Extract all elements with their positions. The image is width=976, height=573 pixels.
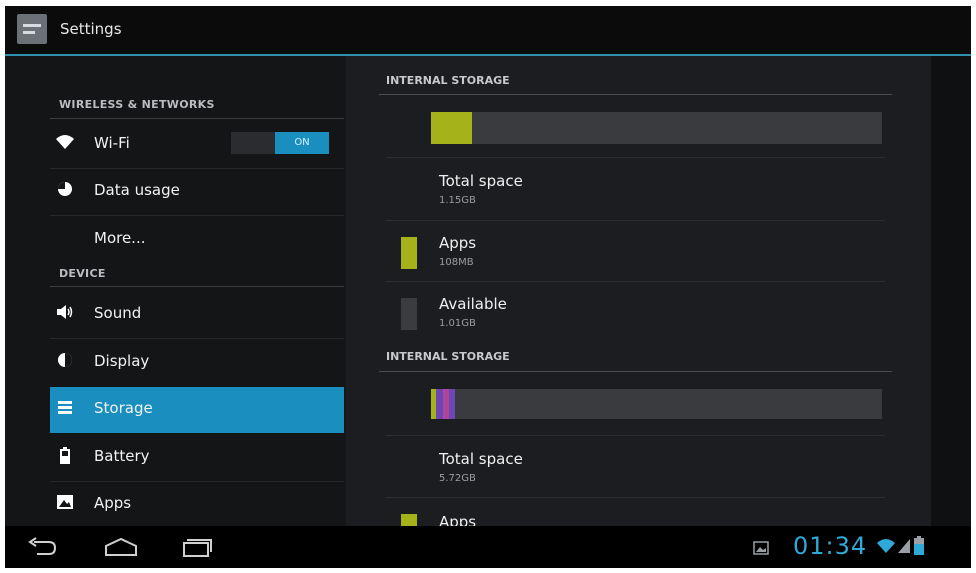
- storage-usage-bar: [431, 112, 882, 144]
- section-header-wireless: WIRELESS & NETWORKS: [59, 98, 215, 111]
- wifi-status-icon: [877, 538, 895, 558]
- wifi-toggle-on: ON: [275, 132, 329, 154]
- signal-icon: [897, 538, 911, 558]
- app-title: Settings: [60, 20, 122, 38]
- sidebar-item-storage[interactable]: Storage: [50, 387, 344, 433]
- data-usage-icon: [56, 181, 74, 199]
- recent-apps-icon[interactable]: [182, 536, 212, 562]
- storage-total-value: 5.72GB: [439, 473, 476, 484]
- list-divider: [386, 281, 885, 282]
- section-divider: [379, 371, 892, 372]
- home-icon[interactable]: [104, 537, 138, 561]
- sidebar-item-display[interactable]: Display: [50, 340, 344, 385]
- battery-icon: [56, 447, 74, 465]
- sidebar-item-label: Storage: [94, 399, 153, 417]
- sidebar-item-battery[interactable]: Battery: [50, 435, 344, 480]
- list-divider: [386, 497, 885, 498]
- storage-apps-value: 108MB: [439, 257, 474, 268]
- sidebar-item-label: Battery: [94, 447, 150, 465]
- list-divider: [386, 435, 885, 436]
- storage-panel: INTERNAL STORAGE Total space 1.15GB Apps…: [346, 56, 931, 526]
- storage-section-header: INTERNAL STORAGE: [386, 74, 510, 87]
- wifi-icon: [56, 134, 74, 152]
- storage-bar-segment: [436, 389, 443, 419]
- list-divider: [50, 338, 344, 339]
- section-divider: [50, 286, 344, 287]
- list-divider: [50, 215, 344, 216]
- section-divider: [379, 94, 892, 95]
- storage-available-value: 1.01GB: [439, 318, 476, 329]
- storage-total-value: 1.15GB: [439, 195, 476, 206]
- sidebar-item-label: More...: [94, 229, 146, 247]
- sidebar-item-sound[interactable]: Sound: [50, 292, 344, 337]
- sidebar-item-more[interactable]: More...: [50, 217, 344, 262]
- storage-bar-segment: [449, 389, 455, 419]
- storage-bar-apps-segment: [431, 112, 472, 144]
- sidebar-item-label: Sound: [94, 304, 142, 322]
- storage-apps-title: Apps: [439, 513, 477, 526]
- list-divider: [386, 157, 885, 158]
- section-header-device: DEVICE: [59, 267, 106, 280]
- sidebar-item-label: Wi-Fi: [94, 134, 130, 152]
- storage-section-header: INTERNAL STORAGE: [386, 350, 510, 363]
- device-screen: Settings WIRELESS & NETWORKS Wi-Fi ON Da…: [5, 6, 971, 568]
- storage-total-title: Total space: [439, 172, 523, 190]
- apps-color-swatch: [401, 514, 417, 526]
- speaker-icon: [56, 304, 74, 322]
- settings-sidebar: WIRELESS & NETWORKS Wi-Fi ON Data usage …: [5, 56, 346, 526]
- storage-total-title: Total space: [439, 450, 523, 468]
- sidebar-item-label: Data usage: [94, 181, 180, 199]
- sidebar-item-apps[interactable]: Apps: [50, 482, 344, 527]
- sidebar-item-label: Display: [94, 352, 150, 370]
- system-navigation-bar: 01:34: [5, 526, 971, 568]
- storage-usage-bar: [431, 389, 882, 419]
- battery-status-icon: [914, 536, 924, 560]
- back-icon[interactable]: [27, 537, 57, 561]
- action-bar: Settings: [5, 6, 971, 56]
- sidebar-item-label: Apps: [94, 494, 132, 512]
- apps-color-swatch: [401, 237, 417, 269]
- status-clock[interactable]: 01:34: [793, 532, 867, 560]
- display-icon: [56, 352, 74, 370]
- wifi-toggle[interactable]: ON: [231, 132, 329, 154]
- list-divider: [386, 220, 885, 221]
- storage-apps-title: Apps: [439, 234, 477, 252]
- section-divider: [50, 118, 344, 119]
- settings-icon[interactable]: [17, 14, 47, 44]
- screenshot-notification-icon[interactable]: [753, 540, 769, 559]
- sidebar-item-data-usage[interactable]: Data usage: [50, 169, 344, 214]
- storage-available-title: Available: [439, 295, 507, 313]
- available-color-swatch: [401, 298, 417, 330]
- storage-icon: [56, 399, 74, 417]
- apps-icon: [56, 494, 74, 512]
